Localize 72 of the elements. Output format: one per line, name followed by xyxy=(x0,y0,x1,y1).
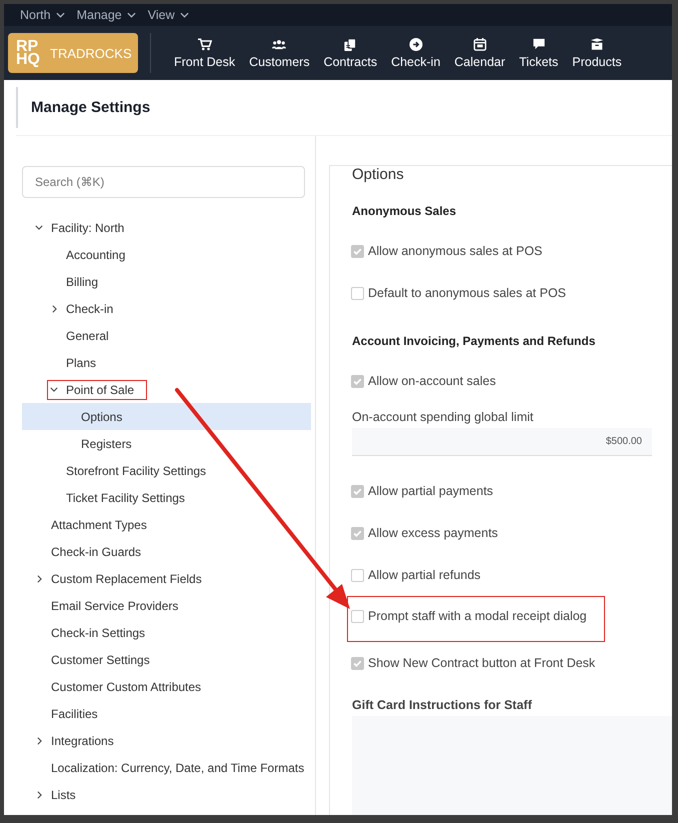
tree-item[interactable]: Plans xyxy=(22,349,311,376)
tree-item[interactable]: Custom Replacement Fields xyxy=(22,565,311,592)
checkbox-label: Allow excess payments xyxy=(368,526,498,540)
tree-item[interactable]: Attachment Types xyxy=(22,511,311,538)
tree-label: Custom Replacement Fields xyxy=(51,572,202,586)
checkbox-label: Allow anonymous sales at POS xyxy=(368,244,542,258)
tree-item[interactable]: Point of Sale xyxy=(22,376,311,403)
checkbox-label: Default to anonymous sales at POS xyxy=(368,286,566,300)
tree-label: Facility: North xyxy=(51,220,124,234)
tree-label: Email Service Providers xyxy=(51,598,178,612)
tree-item[interactable]: Registers xyxy=(22,430,311,457)
tree-label: Check-in xyxy=(66,302,114,316)
checkbox-label: Prompt staff with a modal receipt dialog xyxy=(368,609,587,623)
tree-item[interactable]: Facilities xyxy=(22,700,311,727)
nav-item[interactable]: Calendar xyxy=(447,38,512,68)
nav-item[interactable]: Contracts xyxy=(316,38,384,68)
page-title: Manage Settings xyxy=(16,87,150,128)
tree-label: Accounting xyxy=(66,248,126,262)
tree-item[interactable]: Localization: Currency, Date, and Time Formats xyxy=(22,754,311,781)
nav-item[interactable]: Customers xyxy=(242,38,317,68)
menu-item[interactable]: View xyxy=(148,8,189,22)
checkbox-label: Allow partial refunds xyxy=(368,568,481,582)
checkbox-label: Allow partial payments xyxy=(368,484,494,498)
tree-label: Customer Settings xyxy=(51,652,150,666)
tree-item[interactable]: Integrations xyxy=(22,727,311,754)
tree-label: Check-in Guards xyxy=(51,544,142,558)
tree-label: Billing xyxy=(66,274,98,288)
tree-item[interactable]: Ticket Facility Settings xyxy=(22,484,311,511)
field-label: On-account spending global limit xyxy=(352,410,534,424)
nav-item[interactable]: Front Desk xyxy=(167,38,242,68)
field-label: Gift Card Instructions for Staff xyxy=(352,698,533,712)
tree-label: Storefront Facility Settings xyxy=(66,464,206,478)
tree-label: Registers xyxy=(81,436,132,450)
nav-item[interactable]: Tickets xyxy=(512,38,566,68)
search-field[interactable]: Search (⌘K) xyxy=(22,166,305,198)
tree-label: Plans xyxy=(66,356,96,370)
tree-label: Attachment Types xyxy=(51,518,147,532)
logo-mark-bottom: HQ xyxy=(16,53,40,66)
tree-label: General xyxy=(66,328,109,342)
selected-tree-item[interactable]: Options xyxy=(22,403,311,430)
tree-item[interactable]: Storefront Facility Settings xyxy=(22,457,311,484)
checkbox-label: Allow on-account sales xyxy=(368,374,496,388)
tree-label: Integrations xyxy=(51,734,114,748)
section-heading: Account Invoicing, Payments and Refunds xyxy=(352,334,596,348)
section-heading: Anonymous Sales xyxy=(352,204,458,218)
tree-label: Check-in Settings xyxy=(51,626,146,640)
logo-mark-top: RP xyxy=(16,40,38,53)
tree-item[interactable]: Lists xyxy=(22,781,311,808)
tree-label: Customer Custom Attributes xyxy=(51,680,202,694)
nav-item[interactable]: Products xyxy=(565,38,629,68)
tree-label: Options xyxy=(81,410,122,424)
menu-item[interactable]: North xyxy=(20,8,65,22)
menu-item[interactable]: Manage xyxy=(76,8,136,22)
tree-label: Ticket Facility Settings xyxy=(66,490,185,504)
tree-item[interactable]: Billing xyxy=(22,268,311,295)
amount-field[interactable]: $500.00 xyxy=(352,428,652,456)
brand-name: TRADROCKS xyxy=(50,46,132,60)
tree-label: Facilities xyxy=(51,706,98,720)
checkbox-label: Show New Contract button at Front Desk xyxy=(368,656,596,670)
tree-item[interactable]: Email Service Providers xyxy=(22,592,311,619)
tree-item[interactable]: Accounting xyxy=(22,241,311,268)
tree-item[interactable]: Facility: North xyxy=(22,214,311,241)
tree-item[interactable]: Check-in Guards xyxy=(22,538,311,565)
tree-label: Localization: Currency, Date, and Time Formats xyxy=(51,760,304,774)
tree-item[interactable]: General xyxy=(22,322,311,349)
nav-item[interactable]: Check-in xyxy=(384,38,448,68)
tree-label: Lists xyxy=(51,788,76,802)
tree-item[interactable]: Customer Custom Attributes xyxy=(22,673,311,700)
tree-item[interactable]: Check-in xyxy=(22,295,311,322)
tree-item[interactable]: Customer Settings xyxy=(22,646,311,673)
tree-item[interactable]: Check-in Settings xyxy=(22,619,311,646)
tree-label: Point of Sale xyxy=(66,382,134,396)
